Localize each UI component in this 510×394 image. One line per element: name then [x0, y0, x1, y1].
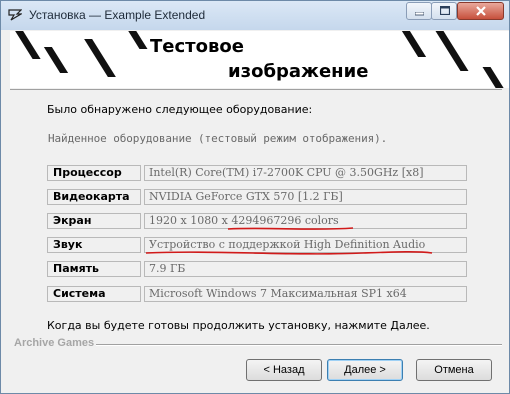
- intro-text: Было обнаружено следующее оборудование:: [47, 103, 313, 116]
- maximize-icon: [440, 6, 450, 15]
- minimize-icon: [415, 12, 424, 16]
- footer-note: Когда вы будете готовы продолжить устано…: [47, 319, 430, 332]
- decor-stripe: [84, 39, 116, 77]
- page-title-line1: Тестовое: [150, 36, 244, 57]
- hardware-label: Экран: [47, 213, 141, 229]
- decor-stripe: [401, 31, 427, 57]
- header-banner: Тестовое изображение: [10, 31, 509, 88]
- hardware-value: Intel(R) Core(TM) i7-2700K CPU @ 3.50GHz…: [144, 165, 467, 181]
- hardware-value: NVIDIA GeForce GTX 570 [1.2 ГБ]: [144, 189, 467, 205]
- decor-stripe: [482, 67, 506, 88]
- window-title: Установка — Example Extended: [29, 8, 206, 22]
- decor-stripe: [43, 47, 69, 73]
- maximize-button[interactable]: [431, 2, 457, 20]
- decor-stripe: [435, 31, 469, 71]
- hardware-value: 7.9 ГБ: [144, 261, 467, 277]
- hardware-value: Microsoft Windows 7 Максимальная SP1 x64: [144, 286, 467, 302]
- next-button[interactable]: Далее >: [327, 359, 403, 381]
- annotation-underline-sound: [145, 251, 433, 255]
- installer-window: Установка — Example Extended Тестовое из…: [0, 0, 510, 394]
- hardware-label: Процессор: [47, 165, 141, 181]
- decor-stripe: [124, 31, 148, 49]
- decor-stripe: [11, 31, 41, 59]
- hardware-label: Видеокарта: [47, 189, 141, 205]
- hardware-label: Звук: [47, 237, 141, 253]
- close-button[interactable]: [457, 2, 504, 20]
- title-bar[interactable]: Установка — Example Extended: [1, 1, 509, 30]
- back-button[interactable]: < Назад: [246, 359, 322, 381]
- footer-divider-highlight: [96, 345, 502, 346]
- hardware-label: Система: [47, 286, 141, 302]
- header-divider: [10, 89, 502, 90]
- cancel-button[interactable]: Отмена: [416, 359, 492, 381]
- app-icon: [8, 9, 22, 21]
- page-title-line2: изображение: [228, 61, 369, 82]
- brand-label: Archive Games: [14, 337, 95, 349]
- minimize-button[interactable]: [406, 2, 432, 20]
- close-icon: [476, 6, 486, 16]
- subheading: Найденное оборудование (тестовый режим о…: [48, 132, 388, 145]
- annotation-underline-display: [227, 227, 354, 230]
- hardware-label: Память: [47, 261, 141, 277]
